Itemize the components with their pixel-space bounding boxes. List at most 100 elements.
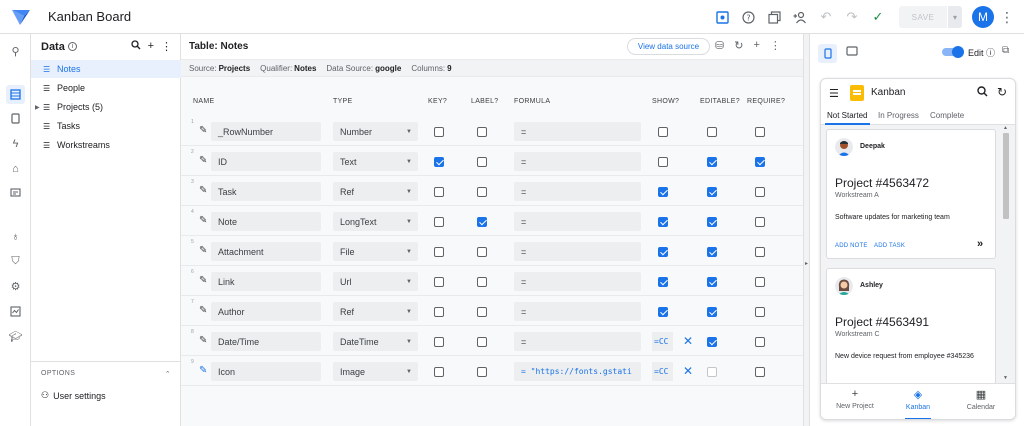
require-checkbox[interactable] <box>755 367 765 377</box>
open-external-icon[interactable]: ⧉ <box>1002 45 1009 56</box>
column-type-select[interactable]: Image ▼ <box>333 362 418 381</box>
key-checkbox[interactable] <box>434 157 444 167</box>
data-item-workstreams[interactable]: ☰ Workstreams <box>31 136 181 154</box>
label-checkbox[interactable] <box>477 277 487 287</box>
user-settings-link[interactable]: ⚇ User settings <box>41 390 171 401</box>
label-checkbox[interactable] <box>477 157 487 167</box>
search-icon[interactable] <box>130 40 141 53</box>
data-item-tasks[interactable]: ☰ Tasks <box>31 117 181 135</box>
key-checkbox[interactable] <box>434 307 444 317</box>
label-checkbox[interactable] <box>477 127 487 137</box>
formula-field[interactable]: = <box>514 272 641 291</box>
actions-icon[interactable]: ϟ <box>6 134 25 153</box>
key-checkbox[interactable] <box>434 367 444 377</box>
column-type-select[interactable]: Number ▼ <box>333 122 418 141</box>
require-checkbox[interactable] <box>755 247 765 257</box>
edit-pencil-icon[interactable]: ✎ <box>199 305 207 316</box>
key-checkbox[interactable] <box>434 187 444 197</box>
formula-field[interactable]: = <box>514 332 641 351</box>
show-checkbox[interactable] <box>658 157 668 167</box>
scrollbar-thumb[interactable] <box>1003 133 1009 219</box>
show-checkbox[interactable] <box>658 277 668 287</box>
nav-kanban[interactable]: ◈ Kanban <box>888 388 948 411</box>
refresh-icon[interactable]: ↻ <box>734 39 743 52</box>
column-name-field[interactable]: Author <box>211 302 321 321</box>
column-name-field[interactable]: Icon <box>211 362 321 381</box>
column-type-select[interactable]: LongText ▼ <box>333 212 418 231</box>
appsheet-logo[interactable] <box>6 0 36 34</box>
save-dropdown-icon[interactable]: ▾ <box>948 6 962 28</box>
key-checkbox[interactable] <box>434 337 444 347</box>
collapse-icon[interactable]: ⌃ <box>165 370 171 378</box>
refresh-icon[interactable]: ↻ <box>997 85 1007 99</box>
undo-icon[interactable]: ↶ <box>815 6 837 28</box>
editable-checkbox[interactable] <box>707 217 717 227</box>
project-card[interactable]: Deepak Project #4563472 Workstream A Sof… <box>826 129 996 259</box>
edit-pencil-icon[interactable]: ✎ <box>199 185 207 196</box>
info-icon[interactable]: ⓘ <box>986 48 995 58</box>
editable-checkbox[interactable] <box>707 247 717 257</box>
redo-icon[interactable]: ↷ <box>841 6 863 28</box>
column-name-field[interactable]: Note <box>211 212 321 231</box>
require-checkbox[interactable] <box>755 337 765 347</box>
label-checkbox[interactable] <box>477 307 487 317</box>
formula-field[interactable]: = "https://fonts.gstati <box>514 362 641 381</box>
require-checkbox[interactable] <box>755 217 765 227</box>
formula-field[interactable]: = <box>514 242 641 261</box>
more-vert-icon[interactable]: ⋮ <box>1000 9 1014 26</box>
tab-in-progress[interactable]: In Progress <box>878 111 919 120</box>
column-type-select[interactable]: File ▼ <box>333 242 418 261</box>
key-checkbox[interactable] <box>434 217 444 227</box>
double-chevron-right-icon[interactable]: » <box>977 238 983 250</box>
branch-icon[interactable]: ⚲ <box>6 42 25 61</box>
editable-checkbox[interactable] <box>707 187 717 197</box>
learn-icon[interactable]: 🎓︎ <box>6 327 25 346</box>
regenerate-schema-icon[interactable]: ⛁ <box>715 39 724 52</box>
scroll-up-icon[interactable]: ▲ <box>1003 125 1008 131</box>
require-checkbox[interactable] <box>755 127 765 137</box>
column-name-field[interactable]: _RowNumber <box>211 122 321 141</box>
data-item-people[interactable]: ☰ People <box>31 79 181 97</box>
show-formula-field[interactable]: =CC <box>652 332 673 351</box>
add-column-icon[interactable]: + <box>753 39 759 52</box>
edit-pencil-icon[interactable]: ✎ <box>199 335 207 346</box>
show-formula-field[interactable]: =CC <box>652 362 673 381</box>
nav-new-project[interactable]: + New Project <box>825 388 885 410</box>
security-icon[interactable]: ⛉ <box>6 252 25 271</box>
expand-caret-icon[interactable]: ▶ <box>35 104 40 111</box>
edit-pencil-icon[interactable]: ✎ <box>199 275 207 286</box>
manage-icon[interactable] <box>6 302 25 321</box>
mobile-preview-icon[interactable] <box>818 44 837 63</box>
edit-toggle[interactable] <box>942 46 964 58</box>
intelligence-icon[interactable]: ♁ <box>6 227 25 246</box>
scroll-down-icon[interactable]: ▼ <box>1003 375 1008 381</box>
info-icon[interactable]: i <box>67 42 77 51</box>
editable-checkbox[interactable] <box>707 367 717 377</box>
column-name-field[interactable]: ID <box>211 152 321 171</box>
key-checkbox[interactable] <box>434 277 444 287</box>
settings-icon[interactable]: ⚙ <box>6 277 25 296</box>
menu-icon[interactable]: ☰ <box>829 87 839 100</box>
clear-formula-icon[interactable]: ✕ <box>683 364 693 378</box>
show-checkbox[interactable] <box>658 217 668 227</box>
preview-icon[interactable] <box>711 6 733 28</box>
label-checkbox[interactable] <box>477 217 487 227</box>
edit-pencil-icon[interactable]: ✎ <box>199 365 207 376</box>
edit-pencil-icon[interactable]: ✎ <box>199 125 207 136</box>
automation-icon[interactable]: ⌂ <box>6 159 25 178</box>
data-icon[interactable] <box>6 85 25 104</box>
views-icon[interactable] <box>6 109 25 128</box>
show-checkbox[interactable] <box>658 127 668 137</box>
key-checkbox[interactable] <box>434 247 444 257</box>
column-type-select[interactable]: Ref ▼ <box>333 302 418 321</box>
edit-pencil-icon[interactable]: ✎ <box>199 245 207 256</box>
column-name-field[interactable]: Task <box>211 182 321 201</box>
column-type-select[interactable]: Text ▼ <box>333 152 418 171</box>
require-checkbox[interactable] <box>755 157 765 167</box>
tab-not-started[interactable]: Not Started <box>827 111 867 120</box>
editable-checkbox[interactable] <box>707 157 717 167</box>
editable-checkbox[interactable] <box>707 337 717 347</box>
add-task-button[interactable]: ADD TASK <box>874 243 905 249</box>
show-checkbox[interactable] <box>658 307 668 317</box>
formula-field[interactable]: = <box>514 152 641 171</box>
